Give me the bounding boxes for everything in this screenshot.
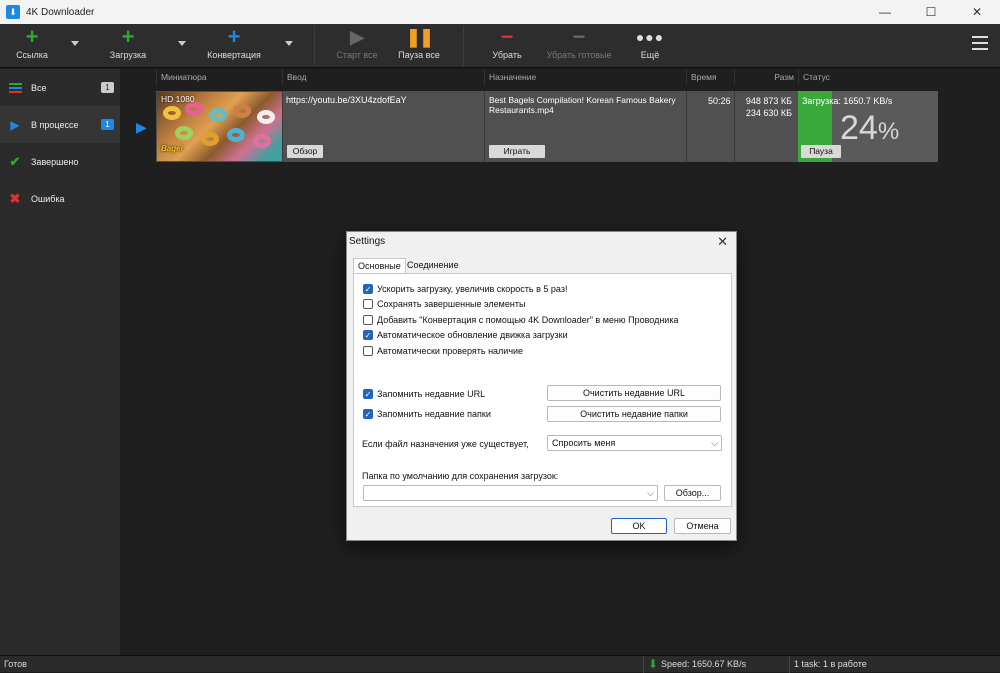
checkbox-speed-boost[interactable]: ✓ Ускорить загрузку, увеличив скорость в… [363, 284, 567, 294]
browse-folder-button[interactable]: Обзор... [664, 485, 721, 501]
file-exists-select[interactable]: Спросить меня ⌵ [547, 435, 722, 451]
hamburger-menu-icon[interactable] [972, 36, 988, 50]
sidebar-item-completed[interactable]: ✔ Завершено [0, 143, 120, 180]
default-folder-select[interactable]: ⌵ [363, 485, 658, 501]
size-total: 948 873 КБ [745, 96, 792, 106]
remove-finished-button[interactable]: − Убрать готовые [544, 24, 614, 68]
toolbar-divider [314, 26, 315, 66]
toolbar: + Ссылка + Загрузка + Конвертация ▶ Стар… [0, 24, 1000, 68]
thumbnail-logo: Bagel [161, 144, 183, 153]
sidebar: Все 1 ▶ В процессе 1 ✔ Завершено ✖ Ошибк… [0, 69, 120, 655]
checkbox-remember-folders[interactable]: ✓ Запомнить недавние папки [363, 409, 491, 419]
pause-icon: ❚❚ [405, 27, 434, 47]
status-tasks: 1 task: 1 в работе [794, 659, 867, 669]
destination-filename: Best Bagels Compilation! Korean Famous B… [489, 95, 676, 115]
progress-percent: 24% [840, 109, 900, 147]
checkbox-auto-update-engine[interactable]: ✓ Автоматическое обновление движка загру… [363, 330, 568, 340]
checkbox-unchecked-icon [363, 346, 373, 356]
size-downloaded: 234 630 КБ [745, 108, 792, 118]
checkbox-keep-finished[interactable]: Сохранять завершенные элементы [363, 299, 525, 309]
download-row[interactable]: HD 1080 Bagel https://youtu.be/3XU4zdofE… [156, 91, 938, 162]
minus-icon: − [500, 24, 514, 49]
default-folder-label: Папка по умолчанию для сохранения загруз… [362, 471, 559, 481]
title-bar: ⬇ 4K Downloader — ☐ ✕ [0, 0, 1000, 24]
clear-recent-folders-button[interactable]: Очистить недавние папки [547, 406, 721, 422]
minus-icon: − [572, 24, 586, 49]
dialog-close-icon[interactable]: ✕ [717, 234, 728, 250]
download-button[interactable]: + Загрузка [108, 24, 148, 68]
more-button[interactable]: ●●● Ещё [636, 24, 664, 68]
pause-download-button[interactable]: Пауза [801, 145, 841, 158]
chevron-down-icon: ⌵ [711, 438, 718, 448]
status-ready: Готов [4, 659, 27, 669]
checkbox-checked-icon: ✓ [363, 409, 373, 419]
sidebar-item-in-progress[interactable]: ▶ В процессе 1 [0, 106, 120, 143]
checkbox-unchecked-icon [363, 299, 373, 309]
input-url: https://youtu.be/3XU4zdofEaY [286, 95, 407, 105]
count-badge: 1 [101, 82, 114, 93]
tab-general[interactable]: Основные [353, 258, 406, 274]
window-title: 4K Downloader [26, 6, 95, 18]
play-file-button[interactable]: Играть [489, 145, 545, 158]
checkbox-checked-icon: ✓ [363, 330, 373, 340]
cancel-button[interactable]: Отмена [674, 518, 731, 534]
paste-link-button[interactable]: + Ссылка [14, 24, 50, 68]
quality-label: HD 1080 [161, 94, 195, 104]
status-bar: Готов ⬇ Speed: 1650.67 KB/s 1 task: 1 в … [0, 655, 1000, 673]
error-icon: ✖ [9, 190, 21, 206]
column-header-thumbnail[interactable]: Миниатюра [156, 69, 282, 85]
column-header-size[interactable]: Разм [734, 69, 798, 85]
start-all-button[interactable]: ▶ Старт все [334, 24, 380, 68]
file-exists-label: Если файл назначения уже существует, [362, 439, 529, 449]
plus-icon: + [25, 24, 39, 49]
column-header-time[interactable]: Время [686, 69, 734, 85]
checkbox-checked-icon: ✓ [363, 389, 373, 399]
checkbox-explorer-menu[interactable]: Добавить "Конвертация с помощью 4K Downl… [363, 315, 678, 325]
ok-button[interactable]: OK [611, 518, 667, 534]
app-logo-icon: ⬇ [6, 5, 20, 19]
download-arrow-icon: ⬇ [648, 657, 659, 671]
column-header-destination[interactable]: Назначение [484, 69, 686, 85]
convert-button[interactable]: + Конвертация [204, 24, 264, 68]
checkbox-checked-icon: ✓ [363, 284, 373, 294]
video-thumbnail: HD 1080 Bagel [157, 92, 282, 161]
maximize-button[interactable]: ☐ [908, 0, 954, 24]
checkbox-unchecked-icon [363, 315, 373, 325]
minimize-button[interactable]: — [862, 0, 908, 24]
column-header-input[interactable]: Ввод [282, 69, 484, 85]
convert-dropdown-arrow[interactable] [285, 41, 293, 46]
active-row-indicator-icon: ▶ [136, 119, 147, 135]
play-icon: ▶ [350, 27, 364, 47]
clear-recent-urls-button[interactable]: Очистить недавние URL [547, 385, 721, 401]
play-icon: ▶ [10, 117, 20, 132]
column-header-status[interactable]: Статус [798, 69, 938, 85]
dialog-title: Settings [349, 236, 386, 247]
list-icon [8, 81, 22, 95]
close-window-button[interactable]: ✕ [954, 0, 1000, 24]
browse-input-button[interactable]: Обзор [287, 145, 323, 158]
settings-dialog: Settings ✕ Основные Соединение ✓ Ускорит… [346, 231, 737, 541]
checkbox-auto-check[interactable]: Автоматически проверять наличие [363, 346, 523, 356]
status-text: Загрузка: 1650.7 KB/s [802, 96, 893, 106]
download-dropdown-arrow[interactable] [178, 41, 186, 46]
remove-button[interactable]: − Убрать [488, 24, 526, 68]
link-dropdown-arrow[interactable] [71, 41, 79, 46]
sidebar-item-all[interactable]: Все 1 [0, 69, 120, 106]
count-badge: 1 [101, 119, 114, 130]
more-dots-icon: ●●● [635, 29, 665, 45]
chevron-down-icon: ⌵ [647, 488, 654, 498]
tab-connection[interactable]: Соединение [403, 258, 463, 273]
plus-icon: + [121, 24, 135, 49]
check-icon: ✔ [9, 153, 21, 169]
pause-all-button[interactable]: ❚❚ Пауза все [396, 24, 442, 68]
status-speed: Speed: 1650.67 KB/s [661, 659, 747, 669]
plus-icon: + [227, 24, 241, 49]
tab-panel-general: ✓ Ускорить загрузку, увеличив скорость в… [353, 273, 732, 507]
duration: 50:26 [708, 96, 731, 106]
checkbox-remember-urls[interactable]: ✓ Запомнить недавние URL [363, 389, 485, 399]
toolbar-divider [463, 26, 464, 66]
sidebar-item-error[interactable]: ✖ Ошибка [0, 180, 120, 217]
